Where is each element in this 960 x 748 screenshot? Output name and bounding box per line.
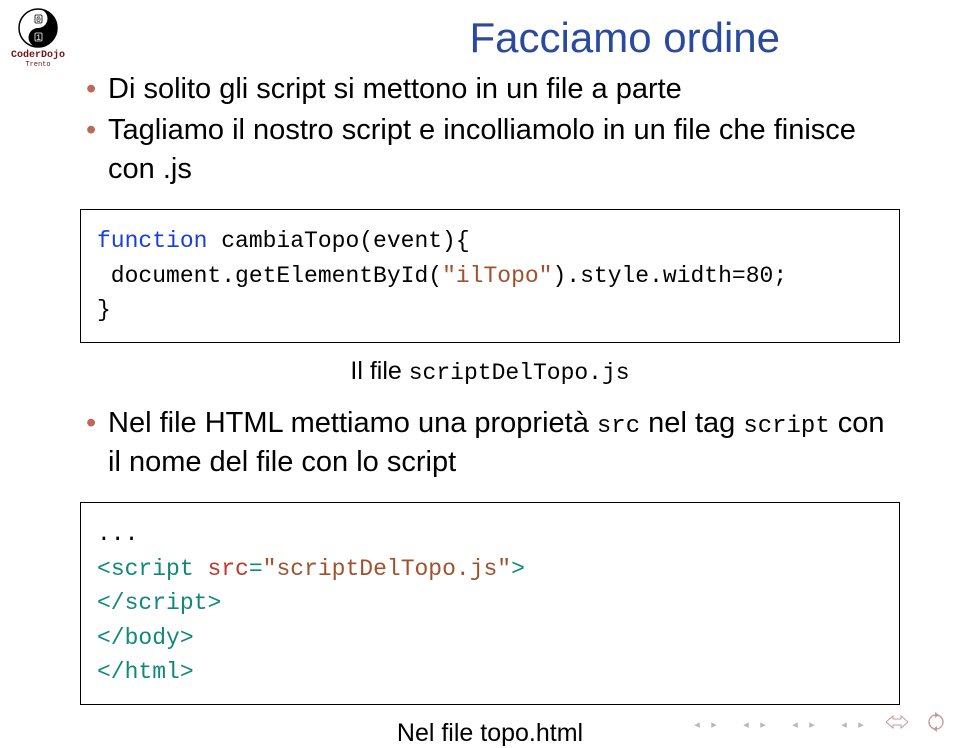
nav-next-section-icon[interactable]: ▸ bbox=[756, 718, 770, 732]
nav-group-1: ◂ ▸ bbox=[690, 718, 721, 732]
nav-refresh-icon[interactable] bbox=[926, 712, 946, 737]
keyword-function: function bbox=[97, 228, 207, 254]
nav-prev-frame-icon[interactable]: ◂ bbox=[837, 718, 851, 732]
code-block-html: ... <script src="scriptDelTopo.js"> </sc… bbox=[80, 502, 900, 705]
bullet-list-top: Di solito gli script si mettono in un fi… bbox=[80, 70, 900, 189]
bullet-item: Di solito gli script si mettono in un fi… bbox=[80, 70, 900, 109]
svg-text:1: 1 bbox=[36, 34, 41, 43]
logo-location: Trento bbox=[10, 61, 66, 69]
svg-text:0: 0 bbox=[36, 16, 41, 25]
nav-group-3: ◂ ▸ bbox=[788, 718, 819, 732]
nav-group-4: ◂ ▸ bbox=[837, 718, 868, 732]
code-caption-1: Il file scriptDelTopo.js bbox=[80, 357, 900, 386]
logo-block: 0 1 CoderDojo Trento bbox=[10, 8, 66, 69]
nav-prev-sub-icon[interactable]: ◂ bbox=[788, 718, 802, 732]
nav-prev-icon[interactable]: ◂ bbox=[690, 718, 704, 732]
nav-group-2: ◂ ▸ bbox=[739, 718, 770, 732]
bullet-item: Nel file HTML mettiamo una proprietà src… bbox=[80, 404, 900, 483]
logo-name: CoderDojo bbox=[10, 50, 66, 61]
nav-next-icon[interactable]: ▸ bbox=[707, 718, 721, 732]
nav-back-forward[interactable] bbox=[886, 715, 908, 734]
nav-next-frame-icon[interactable]: ▸ bbox=[854, 718, 868, 732]
nav-controls: ◂ ▸ ◂ ▸ ◂ ▸ ◂ ▸ bbox=[690, 712, 946, 737]
bullet-list-mid: Nel file HTML mettiamo una proprietà src… bbox=[80, 404, 900, 483]
code-block-js: function cambiaTopo(event){ document.get… bbox=[80, 209, 900, 343]
nav-next-sub-icon[interactable]: ▸ bbox=[805, 718, 819, 732]
slide-content: Di solito gli script si mettono in un fi… bbox=[80, 70, 900, 748]
bullet-item: Tagliamo il nostro script e incolliamolo… bbox=[80, 111, 900, 189]
slide-title: Facciamo ordine bbox=[470, 14, 780, 62]
nav-prev-section-icon[interactable]: ◂ bbox=[739, 718, 753, 732]
yinyang-icon: 0 1 bbox=[18, 8, 58, 48]
